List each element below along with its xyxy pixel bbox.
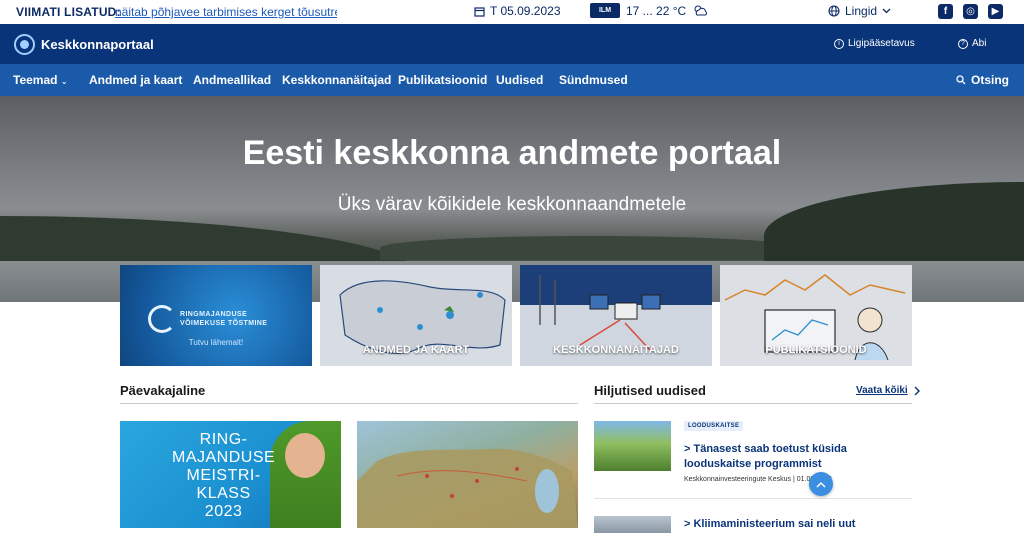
youtube-icon[interactable]: ▶ xyxy=(988,4,1003,19)
globe-icon xyxy=(828,5,840,17)
weather-widget[interactable]: ILM 17 ... 22 °C xyxy=(590,3,708,18)
date-display: T 05.09.2023 xyxy=(474,4,561,18)
news-divider xyxy=(594,403,912,404)
news-tag: LOODUSKAITSE xyxy=(684,421,744,431)
chevron-up-icon xyxy=(816,481,826,488)
calendar-icon xyxy=(474,6,485,17)
nav-item-andmeallikad[interactable]: Andmeallikad xyxy=(193,73,271,87)
facebook-icon[interactable]: f xyxy=(938,4,953,19)
news-section-title: Hiljutised uudised xyxy=(594,383,706,398)
nav-item-keskkonnanaitajad[interactable]: Keskkonnanäitajad xyxy=(282,73,391,87)
card-label-indicators: KESKKONNANÄITAJAD xyxy=(553,344,679,356)
card-promo-text: RINGMAJANDUSE VÕIMEKUSE TÕSTMINE xyxy=(180,311,268,327)
top-info-bar: VIIMATI LISATUD: näitab põhjavee tarbimi… xyxy=(0,0,1024,24)
help-button[interactable]: ? Abi xyxy=(958,38,986,49)
site-logo[interactable]: Keskkonnaportaal xyxy=(14,34,154,55)
daily-divider xyxy=(120,403,578,404)
ring-logo-icon xyxy=(148,305,176,333)
daily-item-masterclass[interactable]: RING- MAJANDUSE MEISTRI- KLASS 2023 xyxy=(120,421,341,528)
nav-item-andmed-ja-kaart[interactable]: Andmed ja kaart xyxy=(89,73,182,87)
card-data-and-map[interactable]: ANDMED JA KAART xyxy=(320,265,512,366)
chevron-right-icon xyxy=(914,386,920,395)
scroll-to-top-button[interactable] xyxy=(809,472,833,496)
news-item[interactable]: > Kliimaministeerium sai neli uut xyxy=(594,516,912,533)
search-button[interactable]: Otsing xyxy=(956,73,1009,87)
hero-title: Eesti keskkonna andmete portaal xyxy=(242,134,782,172)
links-dropdown[interactable]: Lingid xyxy=(828,4,891,18)
chevron-down-icon: ⌄ xyxy=(60,77,68,86)
ilm-logo: ILM xyxy=(590,3,620,18)
card-circular-economy[interactable]: RINGMAJANDUSE VÕIMEKUSE TÕSTMINE Tutvu l… xyxy=(120,265,312,366)
card-environment-indicators[interactable]: KESKKONNANÄITAJAD xyxy=(520,265,712,366)
satellite-map-image xyxy=(357,448,578,528)
links-label: Lingid xyxy=(845,4,878,18)
news-thumbnail xyxy=(594,421,671,471)
temperature-text: 17 ... 22 °C xyxy=(626,3,687,18)
logo-text: Keskkonnaportaal xyxy=(41,37,154,52)
instagram-icon[interactable]: ◎ xyxy=(963,4,978,19)
search-label: Otsing xyxy=(971,73,1009,87)
main-nav: Teemad ⌄ Andmed ja kaart Andmeallikad Ke… xyxy=(0,64,1024,96)
nav-item-teemad[interactable]: Teemad ⌄ xyxy=(13,73,68,87)
person-face-image xyxy=(285,433,325,478)
card-publications[interactable]: PUBLIKATSIOONID xyxy=(720,265,912,366)
card-promo-more: Tutvu lähemalt! xyxy=(188,338,244,347)
partly-cloudy-icon xyxy=(694,5,708,16)
site-header: Keskkonnaportaal i Ligipääsetavus ? Abi xyxy=(0,24,1024,64)
date-text: T 05.09.2023 xyxy=(490,4,561,18)
search-icon xyxy=(956,75,966,85)
chevron-down-icon xyxy=(882,8,891,14)
help-icon: ? xyxy=(958,38,968,49)
nav-item-sundmused[interactable]: Sündmused xyxy=(559,73,628,87)
hero-subtitle: Üks värav kõikidele keskkonnaandmetele xyxy=(337,194,687,215)
nav-item-uudised[interactable]: Uudised xyxy=(496,73,543,87)
accessibility-button[interactable]: i Ligipääsetavus xyxy=(834,38,915,49)
latest-added-link[interactable]: näitab põhjavee tarbimises kerget tõusut… xyxy=(115,5,337,19)
daily-section-title: Päevakajaline xyxy=(120,383,206,398)
daily-item-map[interactable] xyxy=(357,421,578,528)
card-label-data-map: ANDMED JA KAART xyxy=(362,344,470,356)
nav-item-publikatsioonid[interactable]: Publikatsioonid xyxy=(398,73,487,87)
help-label: Abi xyxy=(972,38,987,49)
card-label-publications: PUBLIKATSIOONID xyxy=(765,344,867,356)
logo-icon xyxy=(14,34,35,55)
news-title[interactable]: > Kliimaministeerium sai neli uut xyxy=(684,517,914,532)
see-all-news-link[interactable]: Vaata kõiki xyxy=(856,385,920,396)
accessibility-label: Ligipääsetavus xyxy=(848,38,915,49)
hero-hills xyxy=(380,236,800,260)
news-item-divider xyxy=(594,498,912,499)
masterclass-text: RING- MAJANDUSE MEISTRI- KLASS 2023 xyxy=(172,431,276,520)
latest-added-label: VIIMATI LISATUD: xyxy=(16,5,121,19)
see-all-label: Vaata kõiki xyxy=(856,385,908,396)
news-item[interactable]: LOODUSKAITSE > Tänasest saab toetust küs… xyxy=(594,421,912,499)
news-title[interactable]: > Tänasest saab toetust küsida looduskai… xyxy=(684,442,914,472)
social-links: f ◎ ▶ xyxy=(938,4,1003,19)
news-thumbnail xyxy=(594,516,671,533)
accessibility-icon: i xyxy=(834,38,844,49)
